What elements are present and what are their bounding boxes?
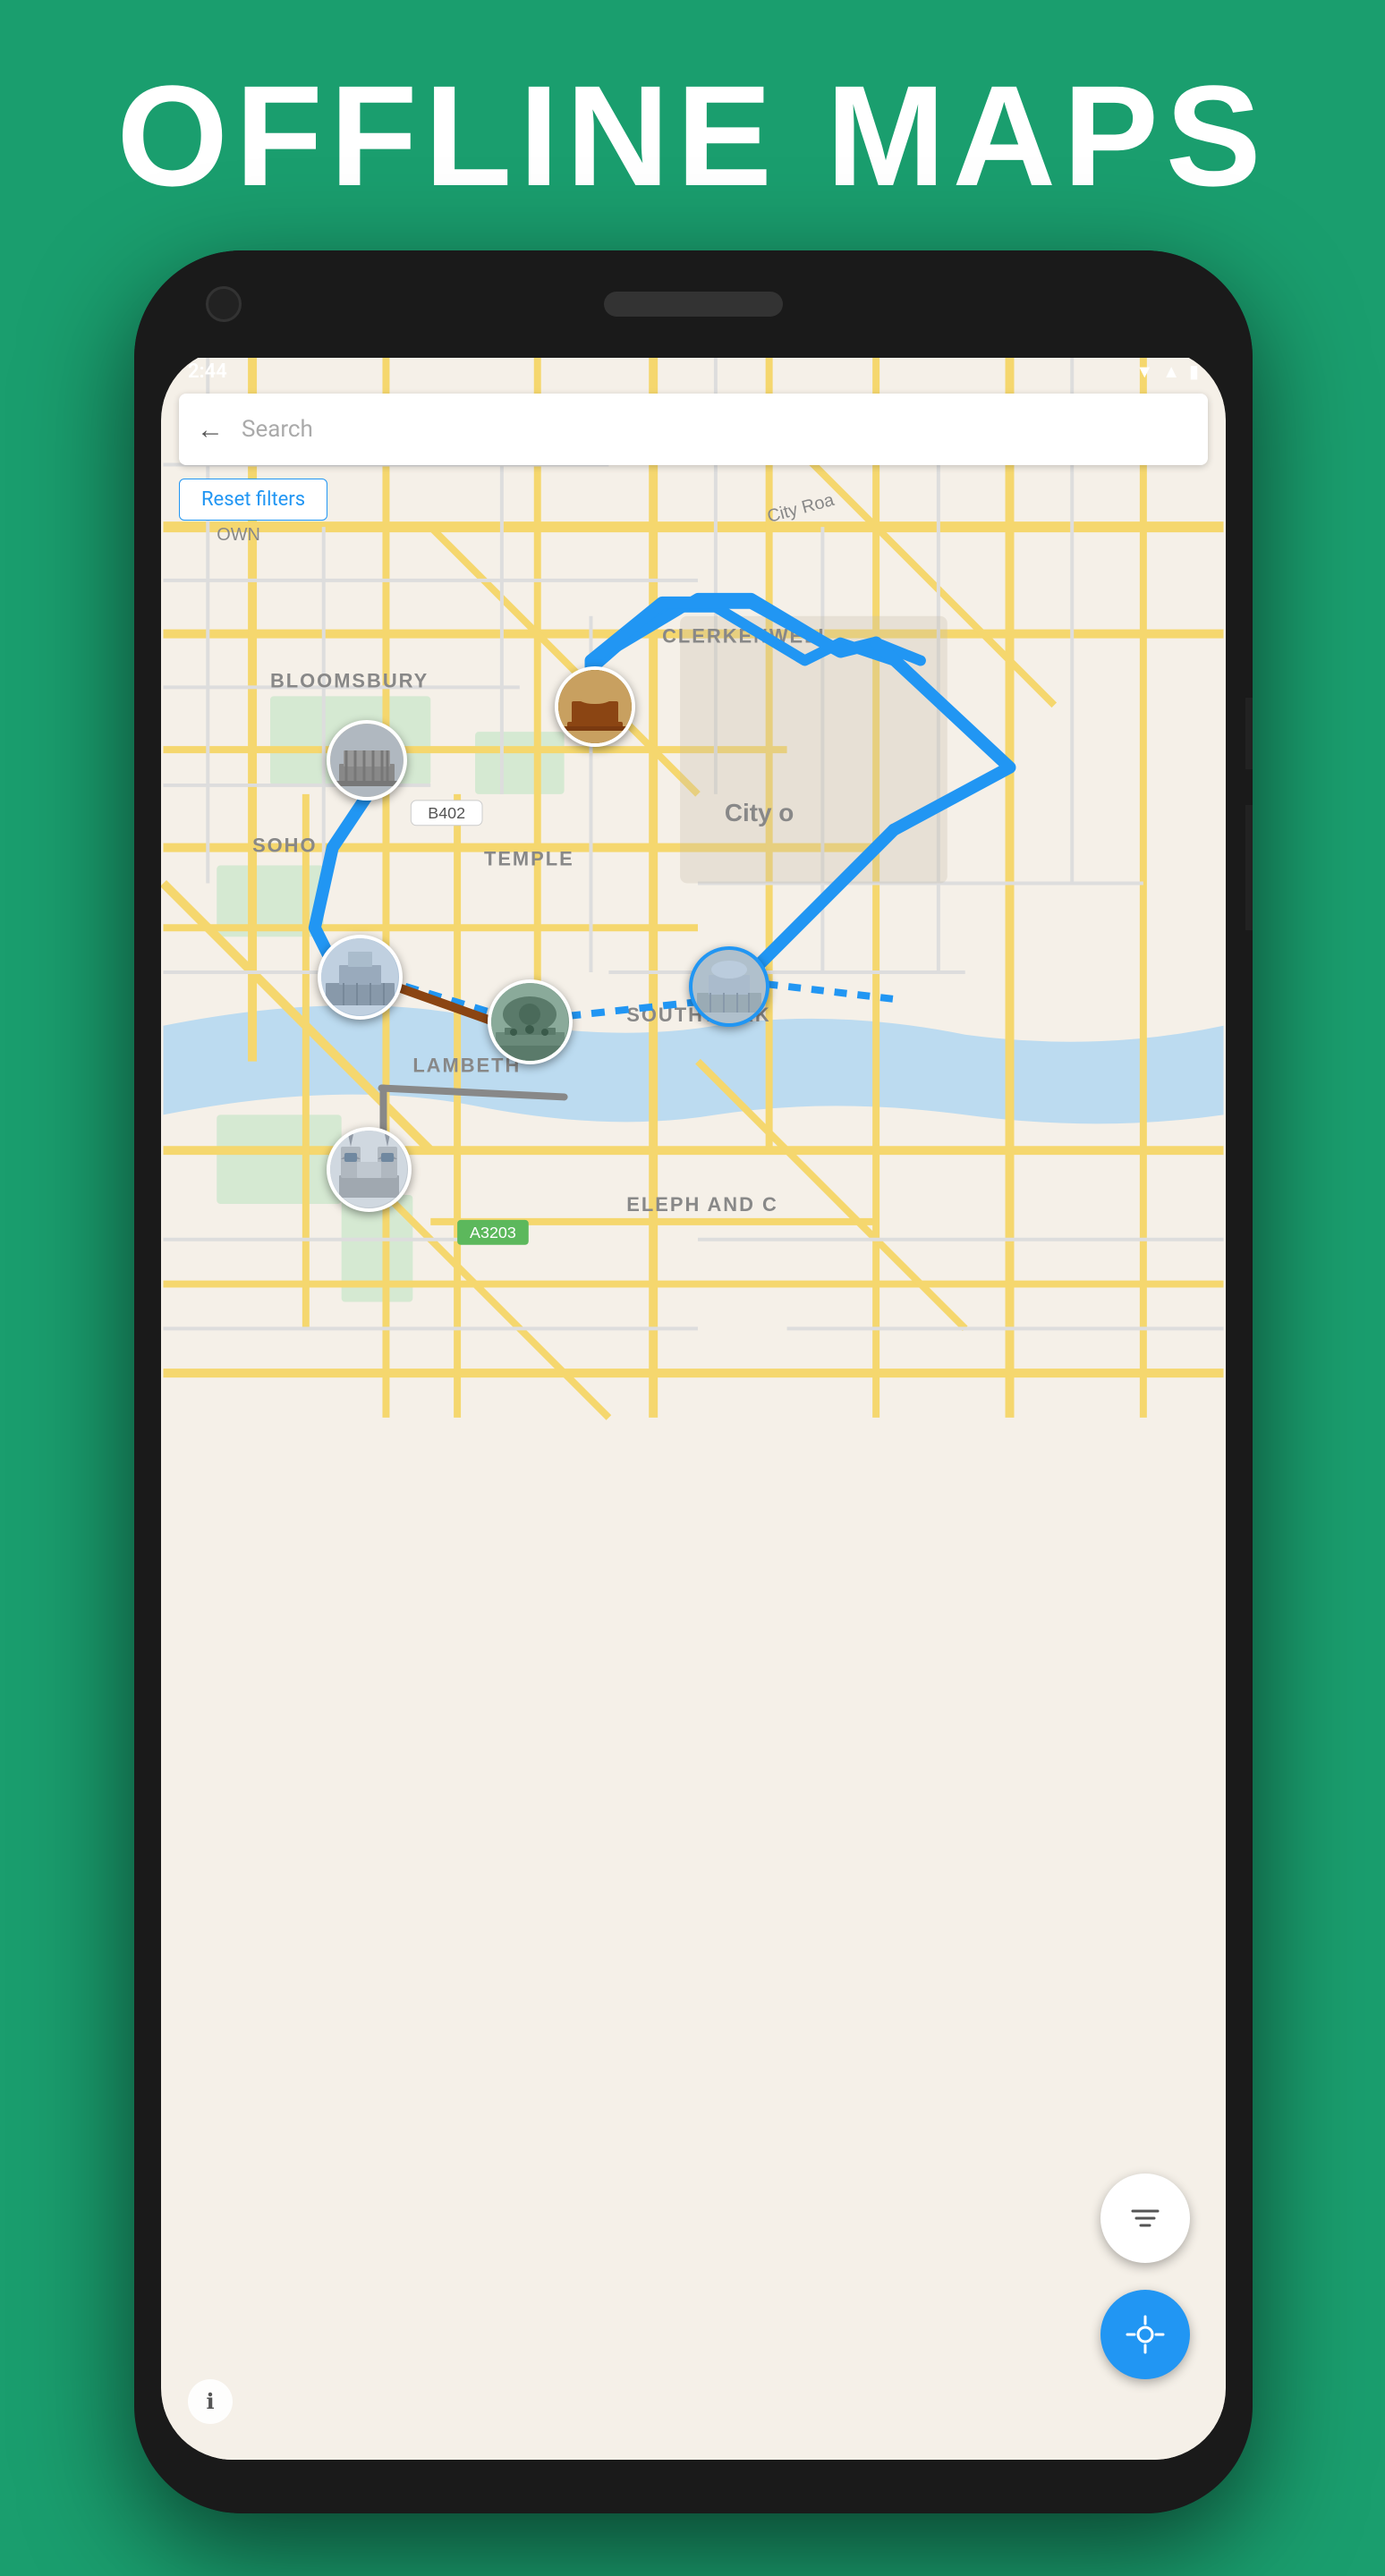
front-camera (206, 286, 242, 322)
map-area[interactable]: B402 A3203 City o BLOOMSBURY CLERKENWELL… (161, 349, 1226, 2460)
phone-frame: 2:44 ▼ ▲ ▮ (134, 250, 1253, 2513)
svg-text:City o: City o (725, 799, 794, 826)
status-time: 2:44 (188, 360, 227, 383)
filter-fab-button[interactable] (1100, 2174, 1190, 2263)
marker-south-bank[interactable] (488, 979, 573, 1064)
signal-icon: ▲ (1162, 360, 1180, 383)
svg-text:OWN: OWN (217, 525, 260, 545)
svg-text:BLOOMSBURY: BLOOMSBURY (270, 669, 429, 691)
svg-text:TEMPLE: TEMPLE (484, 848, 574, 870)
marker-tate-modern[interactable] (318, 935, 403, 1020)
page-title: OFFLINE MAPS (0, 54, 1385, 218)
location-icon (1126, 2315, 1165, 2354)
marker-museum-top[interactable] (555, 666, 635, 747)
svg-text:LAMBETH: LAMBETH (412, 1055, 521, 1077)
search-placeholder: Search (242, 416, 313, 443)
status-icons: ▼ ▲ ▮ (1135, 360, 1199, 383)
wifi-icon: ▼ (1135, 360, 1153, 383)
svg-text:SOHO: SOHO (252, 835, 317, 857)
back-button[interactable]: ← (197, 414, 224, 445)
svg-text:ELEPH AND C: ELEPH AND C (626, 1193, 777, 1216)
phone-top-bar (134, 250, 1253, 358)
svg-text:B402: B402 (428, 804, 465, 822)
map-background: B402 A3203 City o BLOOMSBURY CLERKENWELL… (161, 349, 1226, 2460)
marker-british-museum[interactable] (327, 720, 407, 801)
status-bar: 2:44 ▼ ▲ ▮ (161, 349, 1226, 394)
filter-icon (1127, 2200, 1163, 2236)
marker-westminster[interactable] (327, 1127, 412, 1212)
info-icon: ℹ (206, 2389, 214, 2415)
svg-text:A3203: A3203 (470, 1224, 516, 1241)
phone-bottom-bar (134, 2460, 1253, 2513)
search-bar[interactable]: ← Search (179, 394, 1208, 465)
volume-button (1245, 698, 1253, 769)
reset-filters-button[interactable]: Reset filters (179, 479, 327, 521)
info-button[interactable]: ℹ (188, 2379, 233, 2424)
marker-tate-right[interactable] (689, 946, 769, 1027)
my-location-fab-button[interactable] (1100, 2290, 1190, 2379)
phone-speaker (604, 292, 783, 317)
phone-screen: 2:44 ▼ ▲ ▮ (161, 349, 1226, 2460)
power-button (1245, 805, 1253, 930)
battery-icon: ▮ (1189, 360, 1199, 382)
